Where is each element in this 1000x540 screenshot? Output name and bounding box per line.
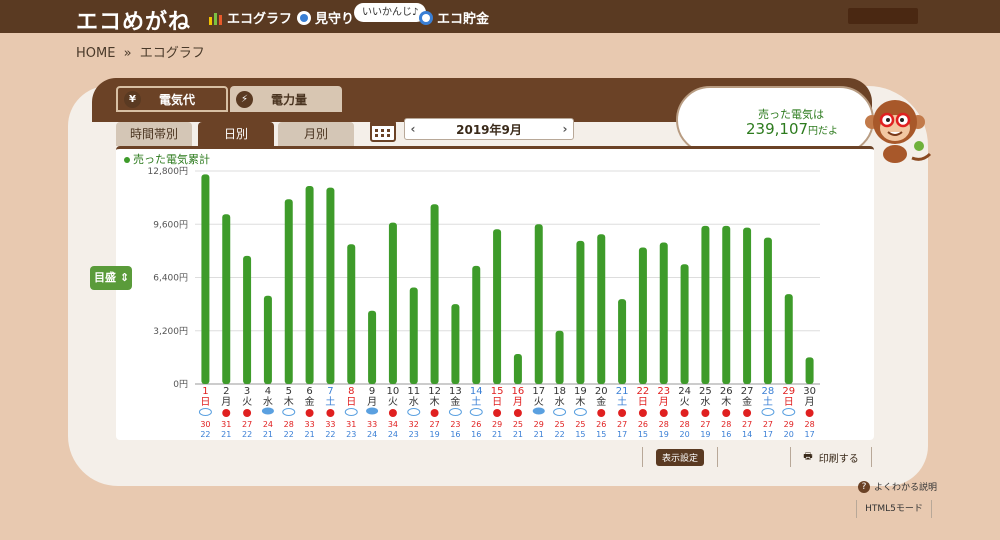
- scale-toggle-button[interactable]: 目盛 ⇕: [90, 266, 132, 290]
- speech-bubble: 売った電気は 239,107円だよ: [676, 86, 874, 154]
- help-link[interactable]: ? よくわかる説明: [858, 480, 937, 493]
- chart-panel: [116, 146, 874, 440]
- print-label: 印刷する: [818, 453, 859, 465]
- breadcrumb-current: エコグラフ: [139, 46, 205, 61]
- next-month-button[interactable]: ›: [557, 122, 573, 136]
- display-settings-label: 表示設定: [655, 448, 704, 466]
- tab-electricity-cost[interactable]: ¥ 電気代: [116, 86, 228, 112]
- nav-mimamori-label: 見守り: [315, 12, 355, 27]
- monitor-icon: [297, 10, 311, 25]
- breadcrumb-separator: »: [123, 46, 132, 61]
- sold-electricity-amount: 239,107円だよ: [746, 120, 838, 138]
- print-button[interactable]: 🖶 印刷する: [790, 447, 872, 467]
- sold-amount-value: 239,107: [746, 120, 809, 138]
- tab-electricity-cost-label: 電気代: [159, 92, 196, 107]
- breadcrumb-home[interactable]: HOME: [76, 46, 115, 61]
- subtab-monthly[interactable]: 月別: [278, 122, 354, 146]
- yen-icon: ¥: [124, 90, 141, 108]
- tab-electricity-amount-label: 電力量: [271, 92, 308, 107]
- printer-icon: 🖶: [803, 450, 813, 462]
- coin-icon: [419, 10, 433, 25]
- question-icon: ?: [858, 480, 870, 493]
- subtab-daily[interactable]: 日別: [198, 122, 274, 146]
- month-navigator: ‹ 2019年9月 ›: [404, 118, 574, 140]
- tab-electricity-amount[interactable]: ⚡ 電力量: [230, 86, 342, 112]
- breadcrumb: HOME » エコグラフ: [76, 42, 209, 61]
- nav-ecochokin[interactable]: エコ貯金: [418, 8, 489, 27]
- month-label: 2019年9月: [456, 122, 522, 137]
- nav-ecograph[interactable]: エコグラフ: [208, 8, 292, 27]
- help-label: よくわかる説明: [874, 483, 938, 493]
- calendar-icon[interactable]: [370, 118, 396, 142]
- bar-chart-icon: [209, 12, 222, 25]
- legend-label: 売った電気累計: [133, 153, 210, 166]
- nav-mimamori[interactable]: 見守り: [296, 8, 354, 27]
- mimamori-status-tag: いいかんじ♪: [354, 3, 427, 22]
- display-settings-button[interactable]: 表示設定: [642, 447, 718, 467]
- legend-dot-icon: [124, 157, 130, 163]
- html5-mode-link[interactable]: HTML5モード: [856, 500, 932, 518]
- sold-amount-suffix: 円だよ: [808, 126, 839, 137]
- subtab-hourly[interactable]: 時間帯別: [116, 122, 192, 146]
- chart-legend: 売った電気累計: [124, 151, 210, 167]
- nav-ecochokin-label: エコ貯金: [437, 12, 490, 27]
- prev-month-button[interactable]: ‹: [405, 122, 421, 136]
- bolt-icon: ⚡: [236, 90, 253, 108]
- nav-ecograph-label: エコグラフ: [227, 12, 293, 27]
- account-box[interactable]: [848, 8, 918, 24]
- app-logo[interactable]: エコめがね: [76, 4, 191, 36]
- scale-button-label: 目盛: [94, 271, 116, 284]
